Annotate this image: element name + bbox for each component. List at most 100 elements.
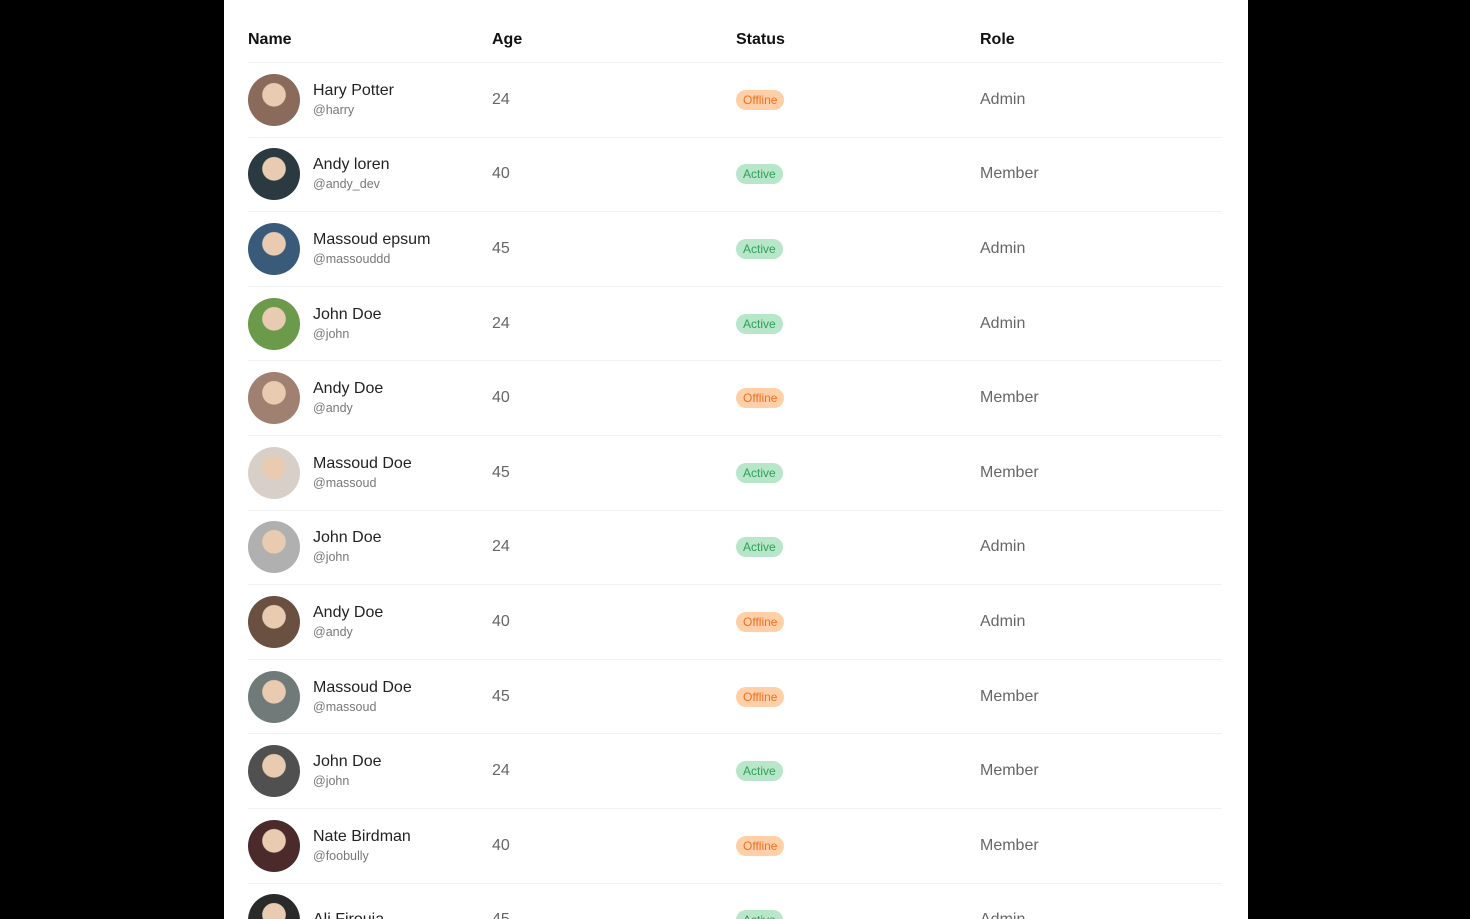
status-cell: Active [736, 537, 980, 558]
user-info: Hary Potter @harry [313, 81, 394, 119]
table-row[interactable]: Nate Birdman @foobully 40 Offline Member [248, 809, 1222, 884]
status-badge: Offline [736, 388, 785, 409]
user-name: Nate Birdman [313, 827, 411, 845]
user-info: John Doe @john [313, 528, 382, 566]
status-cell: Offline [736, 835, 980, 856]
age-cell: 45 [492, 687, 510, 705]
table-row[interactable]: Andy loren @andy_dev 40 Active Member [248, 138, 1222, 213]
avatar [248, 670, 300, 723]
status-badge: Active [736, 313, 783, 334]
name-cell: Massoud Doe @massoud [248, 670, 492, 723]
name-cell: Hary Potter @harry [248, 73, 492, 126]
status-cell: Active [736, 164, 980, 185]
avatar [248, 73, 300, 126]
status-badge: Offline [736, 835, 785, 856]
status-badge: Active [736, 761, 783, 782]
role-cell: Admin [980, 612, 1026, 630]
avatar [248, 819, 300, 872]
status-cell: Active [736, 238, 980, 259]
header-age: Age [492, 31, 523, 48]
role-cell: Admin [980, 911, 1224, 919]
table-row[interactable]: Massoud Doe @massoud 45 Active Member [248, 436, 1222, 511]
header-role: Role [980, 31, 1015, 48]
status-badge: Active [736, 537, 783, 558]
user-name: Andy Doe [313, 380, 384, 398]
role-cell: Admin [980, 314, 1026, 332]
age-cell: 40 [492, 389, 510, 407]
status-cell: Offline [736, 611, 980, 632]
status-cell: Active [736, 462, 980, 483]
user-name: John Doe [313, 305, 382, 323]
user-info: Andy Doe @andy [313, 603, 383, 641]
age-cell: 24 [492, 762, 510, 780]
status-cell: Offline [736, 388, 980, 409]
user-info: Andy Doe @andy [313, 379, 383, 417]
name-cell: Andy Doe @andy [248, 372, 492, 425]
role-cell: Admin [980, 90, 1026, 108]
avatar [248, 148, 300, 201]
table-row[interactable]: Andy Doe @andy 40 Offline Member [248, 361, 1222, 436]
table-row[interactable]: John Doe @john 24 Active Member [248, 734, 1222, 809]
age-cell: 45 [492, 239, 510, 257]
status-cell: Active [736, 910, 980, 919]
table-row[interactable]: Massoud Doe @massoud 45 Offline Member [248, 660, 1222, 735]
users-table: Name Age Status Role Hary Potter @harry … [248, 0, 1222, 919]
user-name: Massoud Doe [313, 454, 412, 472]
user-info: John Doe @john [313, 752, 382, 790]
name-cell: Nate Birdman @foobully [248, 819, 492, 872]
table-row[interactable]: John Doe @john 24 Active Admin [248, 511, 1222, 586]
name-cell: Andy loren @andy_dev [248, 148, 492, 201]
age-cell: 40 [492, 165, 510, 183]
users-panel: Name Age Status Role Hary Potter @harry … [224, 0, 1248, 919]
user-info: Massoud epsum @massouddd [313, 230, 430, 268]
role-cell: Member [980, 762, 1039, 780]
user-name: Massoud Doe [313, 678, 412, 696]
status-cell: Active [736, 761, 980, 782]
table-header: Name Age Status Role [248, 0, 1222, 63]
role-cell: Member [980, 389, 1039, 407]
user-info: John Doe @john [313, 305, 382, 343]
age-cell: 40 [492, 612, 510, 630]
name-cell: John Doe @john [248, 745, 492, 798]
header-name: Name [248, 31, 292, 48]
age-cell: 40 [492, 836, 510, 854]
status-badge: Offline [736, 89, 785, 110]
role-cell: Member [980, 165, 1039, 183]
name-cell: Ali Firouja [248, 894, 492, 919]
user-handle: @andy_dev [313, 177, 380, 192]
status-badge: Active [736, 462, 783, 483]
age-cell: 45 [492, 463, 510, 481]
user-name: Ali Firouja [313, 910, 384, 919]
table-row[interactable]: Andy Doe @andy 40 Offline Admin [248, 585, 1222, 660]
user-info: Ali Firouja [313, 910, 384, 919]
avatar [248, 745, 300, 798]
avatar [248, 894, 300, 919]
name-cell: John Doe @john [248, 521, 492, 574]
avatar [248, 446, 300, 499]
role-cell: Member [980, 687, 1039, 705]
age-cell: 24 [492, 314, 510, 332]
user-name: John Doe [313, 529, 382, 547]
user-handle: @john [313, 550, 350, 565]
table-row[interactable]: Massoud epsum @massouddd 45 Active Admin [248, 212, 1222, 287]
role-cell: Member [980, 463, 1039, 481]
status-badge: Active [736, 164, 783, 185]
name-cell: Massoud epsum @massouddd [248, 222, 492, 275]
table-row[interactable]: Ali Firouja 45 Active Admin [248, 884, 1222, 919]
role-cell: Admin [980, 239, 1026, 257]
age-cell: 45 [492, 911, 736, 919]
status-badge: Offline [736, 611, 785, 632]
status-cell: Active [736, 313, 980, 334]
user-info: Massoud Doe @massoud [313, 454, 412, 492]
user-handle: @john [313, 326, 350, 341]
name-cell: Massoud Doe @massoud [248, 446, 492, 499]
user-handle: @massoud [313, 699, 377, 714]
user-name: Andy loren [313, 156, 390, 174]
age-cell: 24 [492, 538, 510, 556]
status-cell: Offline [736, 89, 980, 110]
table-row[interactable]: Hary Potter @harry 24 Offline Admin [248, 63, 1222, 138]
table-row[interactable]: John Doe @john 24 Active Admin [248, 287, 1222, 362]
user-info: Nate Birdman @foobully [313, 827, 411, 865]
user-info: Massoud Doe @massoud [313, 678, 412, 716]
status-badge: Active [736, 910, 783, 919]
